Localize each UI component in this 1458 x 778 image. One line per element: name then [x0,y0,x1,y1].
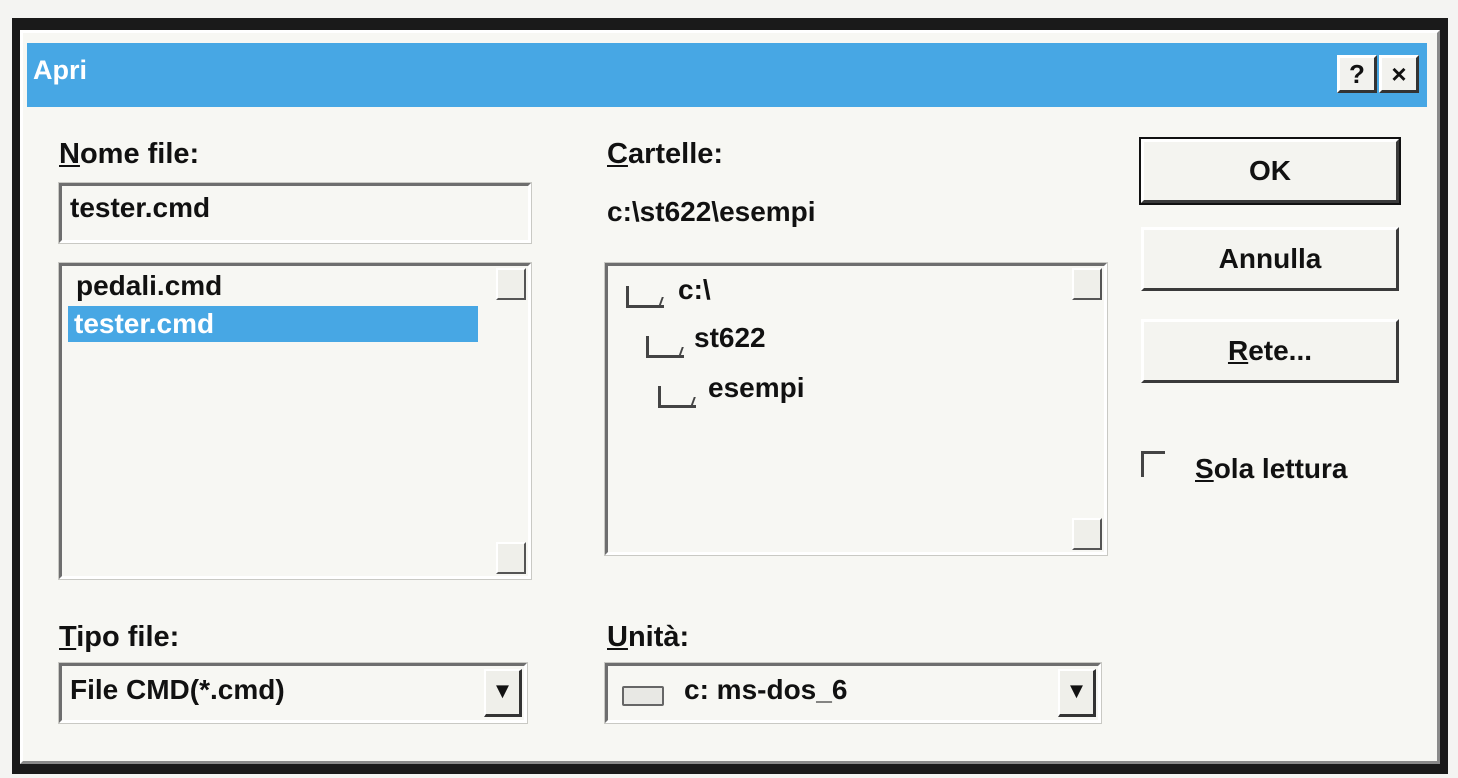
close-button[interactable]: × [1379,55,1419,93]
help-button[interactable]: ? [1337,55,1377,93]
open-folder-icon [626,286,664,308]
window-title: Apri [33,55,87,85]
current-path: c:\st622\esempi [607,196,816,227]
drive-icon [622,686,664,706]
file-type-dropdown-arrow-icon[interactable]: ▼ [484,669,522,717]
filename-label: Nome file: [59,138,200,170]
folder-item-esempi[interactable]: esempi [708,372,805,404]
file-list-scroll-up[interactable] [496,268,526,300]
file-list-scroll-down[interactable] [496,542,526,574]
open-file-dialog: Apri ? × Nome file: tester.cmd pedali.cm… [20,30,1440,764]
file-type-label: Tipo file: [59,621,180,653]
folders-label: Cartelle: [607,138,724,170]
drive-label: Unità: [607,621,690,653]
readonly-checkbox[interactable] [1141,451,1165,477]
drive-value: c: ms-dos_6 [684,674,848,705]
folder-item-st622[interactable]: st622 [694,322,766,354]
folder-tree[interactable]: c:\ st622 esempi [604,262,1108,556]
file-list[interactable]: pedali.cmd tester.cmd [58,262,532,580]
cancel-button[interactable]: Annulla [1141,227,1399,291]
file-list-item-selected[interactable]: tester.cmd [68,306,478,342]
open-folder-icon [658,386,696,408]
file-list-item[interactable]: pedali.cmd [70,268,228,304]
title-bar[interactable]: Apri ? × [27,43,1427,107]
ok-button[interactable]: OK [1139,137,1401,205]
file-type-select[interactable]: File CMD(*.cmd) ▼ [58,662,528,724]
folder-item-root[interactable]: c:\ [678,274,711,306]
open-folder-icon [646,336,684,358]
folder-tree-scroll-up[interactable] [1072,268,1102,300]
filename-input[interactable]: tester.cmd [58,182,532,244]
folder-tree-scroll-down[interactable] [1072,518,1102,550]
drive-dropdown-arrow-icon[interactable]: ▼ [1058,669,1096,717]
filename-input-value: tester.cmd [70,192,211,223]
file-type-value: File CMD(*.cmd) [70,674,285,705]
network-button[interactable]: Rete... [1141,319,1399,383]
drive-select[interactable]: c: ms-dos_6 ▼ [604,662,1102,724]
readonly-label[interactable]: Sola lettura [1195,453,1348,485]
